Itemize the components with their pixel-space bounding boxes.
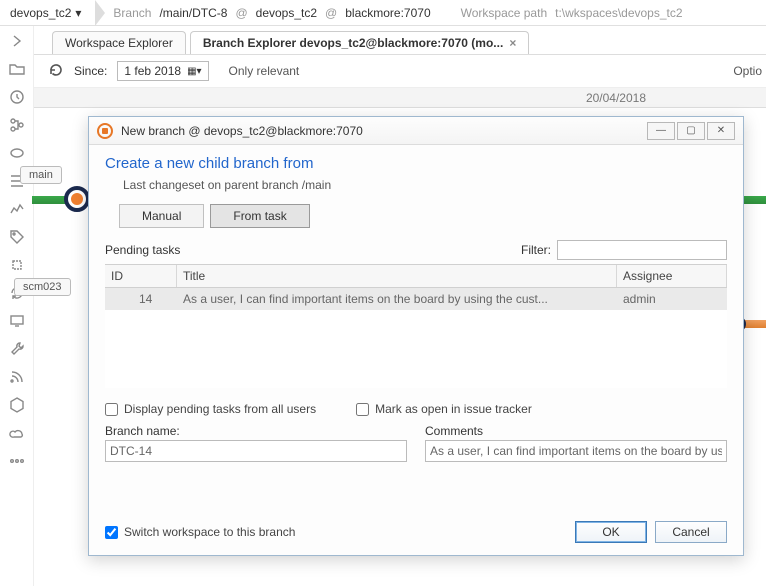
dialog-titlebar[interactable]: New branch @ devops_tc2@blackmore:7070 —… (89, 117, 743, 145)
branch-label-main[interactable]: main (20, 166, 62, 184)
col-assignee[interactable]: Assignee (617, 265, 727, 287)
minimize-button[interactable]: — (647, 122, 675, 140)
chk-switch-workspace-label: Switch workspace to this branch (124, 525, 295, 539)
tag-icon[interactable] (7, 228, 27, 246)
only-relevant-toggle[interactable]: Only relevant (229, 64, 300, 78)
comments-input[interactable] (425, 440, 727, 462)
table-row[interactable]: 14 As a user, I can find important items… (105, 288, 727, 310)
col-title[interactable]: Title (177, 265, 617, 287)
chk-all-users-box[interactable] (105, 403, 118, 416)
rss-icon[interactable] (7, 368, 27, 386)
tab-branch-explorer[interactable]: Branch Explorer devops_tc2@blackmore:707… (190, 31, 530, 54)
options-link[interactable]: Optio (733, 64, 762, 78)
branch-name-input[interactable] (105, 440, 407, 462)
grid-header: ID Title Assignee (105, 264, 727, 288)
chk-mark-open-box[interactable] (356, 403, 369, 416)
branch-label-scm[interactable]: scm023 (14, 278, 71, 296)
attr-icon[interactable] (7, 256, 27, 274)
server-name[interactable]: blackmore:7070 (345, 6, 430, 20)
sidebar-rail (0, 26, 34, 586)
app-logo-icon (97, 123, 113, 139)
tab-label: Workspace Explorer (65, 36, 173, 50)
folder-icon[interactable] (7, 60, 27, 78)
ok-button[interactable]: OK (575, 521, 647, 543)
dots-icon[interactable] (7, 452, 27, 470)
refresh-button[interactable] (48, 62, 64, 81)
chk-mark-open[interactable]: Mark as open in issue tracker (356, 402, 532, 416)
dialog-subheading: Last changeset on parent branch /main (123, 178, 727, 192)
cloud-icon[interactable] (7, 424, 27, 442)
chk-switch-workspace-box[interactable] (105, 526, 118, 539)
ruler-date: 20/04/2018 (586, 91, 646, 105)
timeline-ruler: 20/04/2018 (34, 88, 766, 108)
comments-label: Comments (425, 424, 727, 438)
tasks-grid[interactable]: ID Title Assignee 14 As a user, I can fi… (105, 264, 727, 388)
workspace-path: t:\wkspaces\devops_tc2 (555, 6, 682, 20)
hex-icon[interactable] (7, 396, 27, 414)
filter-input[interactable] (557, 240, 727, 260)
close-icon[interactable]: × (509, 36, 516, 50)
pending-tasks-label: Pending tasks (105, 243, 180, 257)
repo-dropdown[interactable]: devops_tc2 ▾ (4, 4, 87, 22)
cancel-button[interactable]: Cancel (655, 521, 727, 543)
chevron-right-icon[interactable] (7, 32, 27, 50)
changesets-icon[interactable] (7, 144, 27, 162)
toolbar: Since: 1 feb 2018 ▦▾ Only relevant Optio (34, 54, 766, 88)
since-label: Since: (74, 64, 107, 78)
cell-title: As a user, I can find important items on… (177, 288, 617, 310)
branch-path[interactable]: /main/DTC-8 (159, 6, 227, 20)
dialog-body: Create a new child branch from Last chan… (89, 145, 743, 555)
wrench-icon[interactable] (7, 340, 27, 358)
chk-all-users-label: Display pending tasks from all users (124, 402, 316, 416)
at-symbol: @ (235, 6, 247, 20)
tab-label: Branch Explorer devops_tc2@blackmore:707… (203, 36, 503, 50)
tab-workspace-explorer[interactable]: Workspace Explorer (52, 31, 186, 54)
branch-label: Branch (113, 6, 151, 20)
chk-mark-open-label: Mark as open in issue tracker (375, 402, 532, 416)
pending-icon[interactable] (7, 88, 27, 106)
mode-from-task-button[interactable]: From task (210, 204, 309, 228)
cell-assignee: admin (617, 288, 727, 310)
dialog-title: New branch @ devops_tc2@blackmore:7070 (121, 124, 363, 138)
tab-strip: Workspace Explorer Branch Explorer devop… (34, 26, 766, 54)
filter-label: Filter: (521, 243, 551, 257)
maximize-button[interactable]: ▢ (677, 122, 705, 140)
at-symbol-2: @ (325, 6, 337, 20)
graph-icon[interactable] (7, 200, 27, 218)
mode-tabs: Manual From task (119, 204, 727, 228)
workspace-path-label: Workspace path (461, 6, 548, 20)
col-id[interactable]: ID (105, 265, 177, 287)
branch-name-label: Branch name: (105, 424, 407, 438)
new-branch-dialog: New branch @ devops_tc2@blackmore:7070 —… (88, 116, 744, 556)
monitor-icon[interactable] (7, 312, 27, 330)
breadcrumb-bar: devops_tc2 ▾ Branch /main/DTC-8 @ devops… (0, 0, 766, 26)
chevron-separator-icon (95, 0, 105, 26)
since-date-value: 1 feb 2018 (124, 64, 181, 78)
since-date-picker[interactable]: 1 feb 2018 ▦▾ (117, 61, 208, 81)
branches-icon[interactable] (7, 116, 27, 134)
dropdown-arrow-icon: ▾ (75, 6, 81, 20)
chk-switch-workspace[interactable]: Switch workspace to this branch (105, 525, 295, 539)
repo-name: devops_tc2 (10, 6, 71, 20)
repo-name-2[interactable]: devops_tc2 (256, 6, 317, 20)
chk-all-users[interactable]: Display pending tasks from all users (105, 402, 316, 416)
close-button[interactable]: ✕ (707, 122, 735, 140)
mode-manual-button[interactable]: Manual (119, 204, 204, 228)
calendar-icon: ▦▾ (187, 66, 201, 77)
dialog-heading: Create a new child branch from (105, 155, 727, 172)
cell-id: 14 (105, 288, 177, 310)
